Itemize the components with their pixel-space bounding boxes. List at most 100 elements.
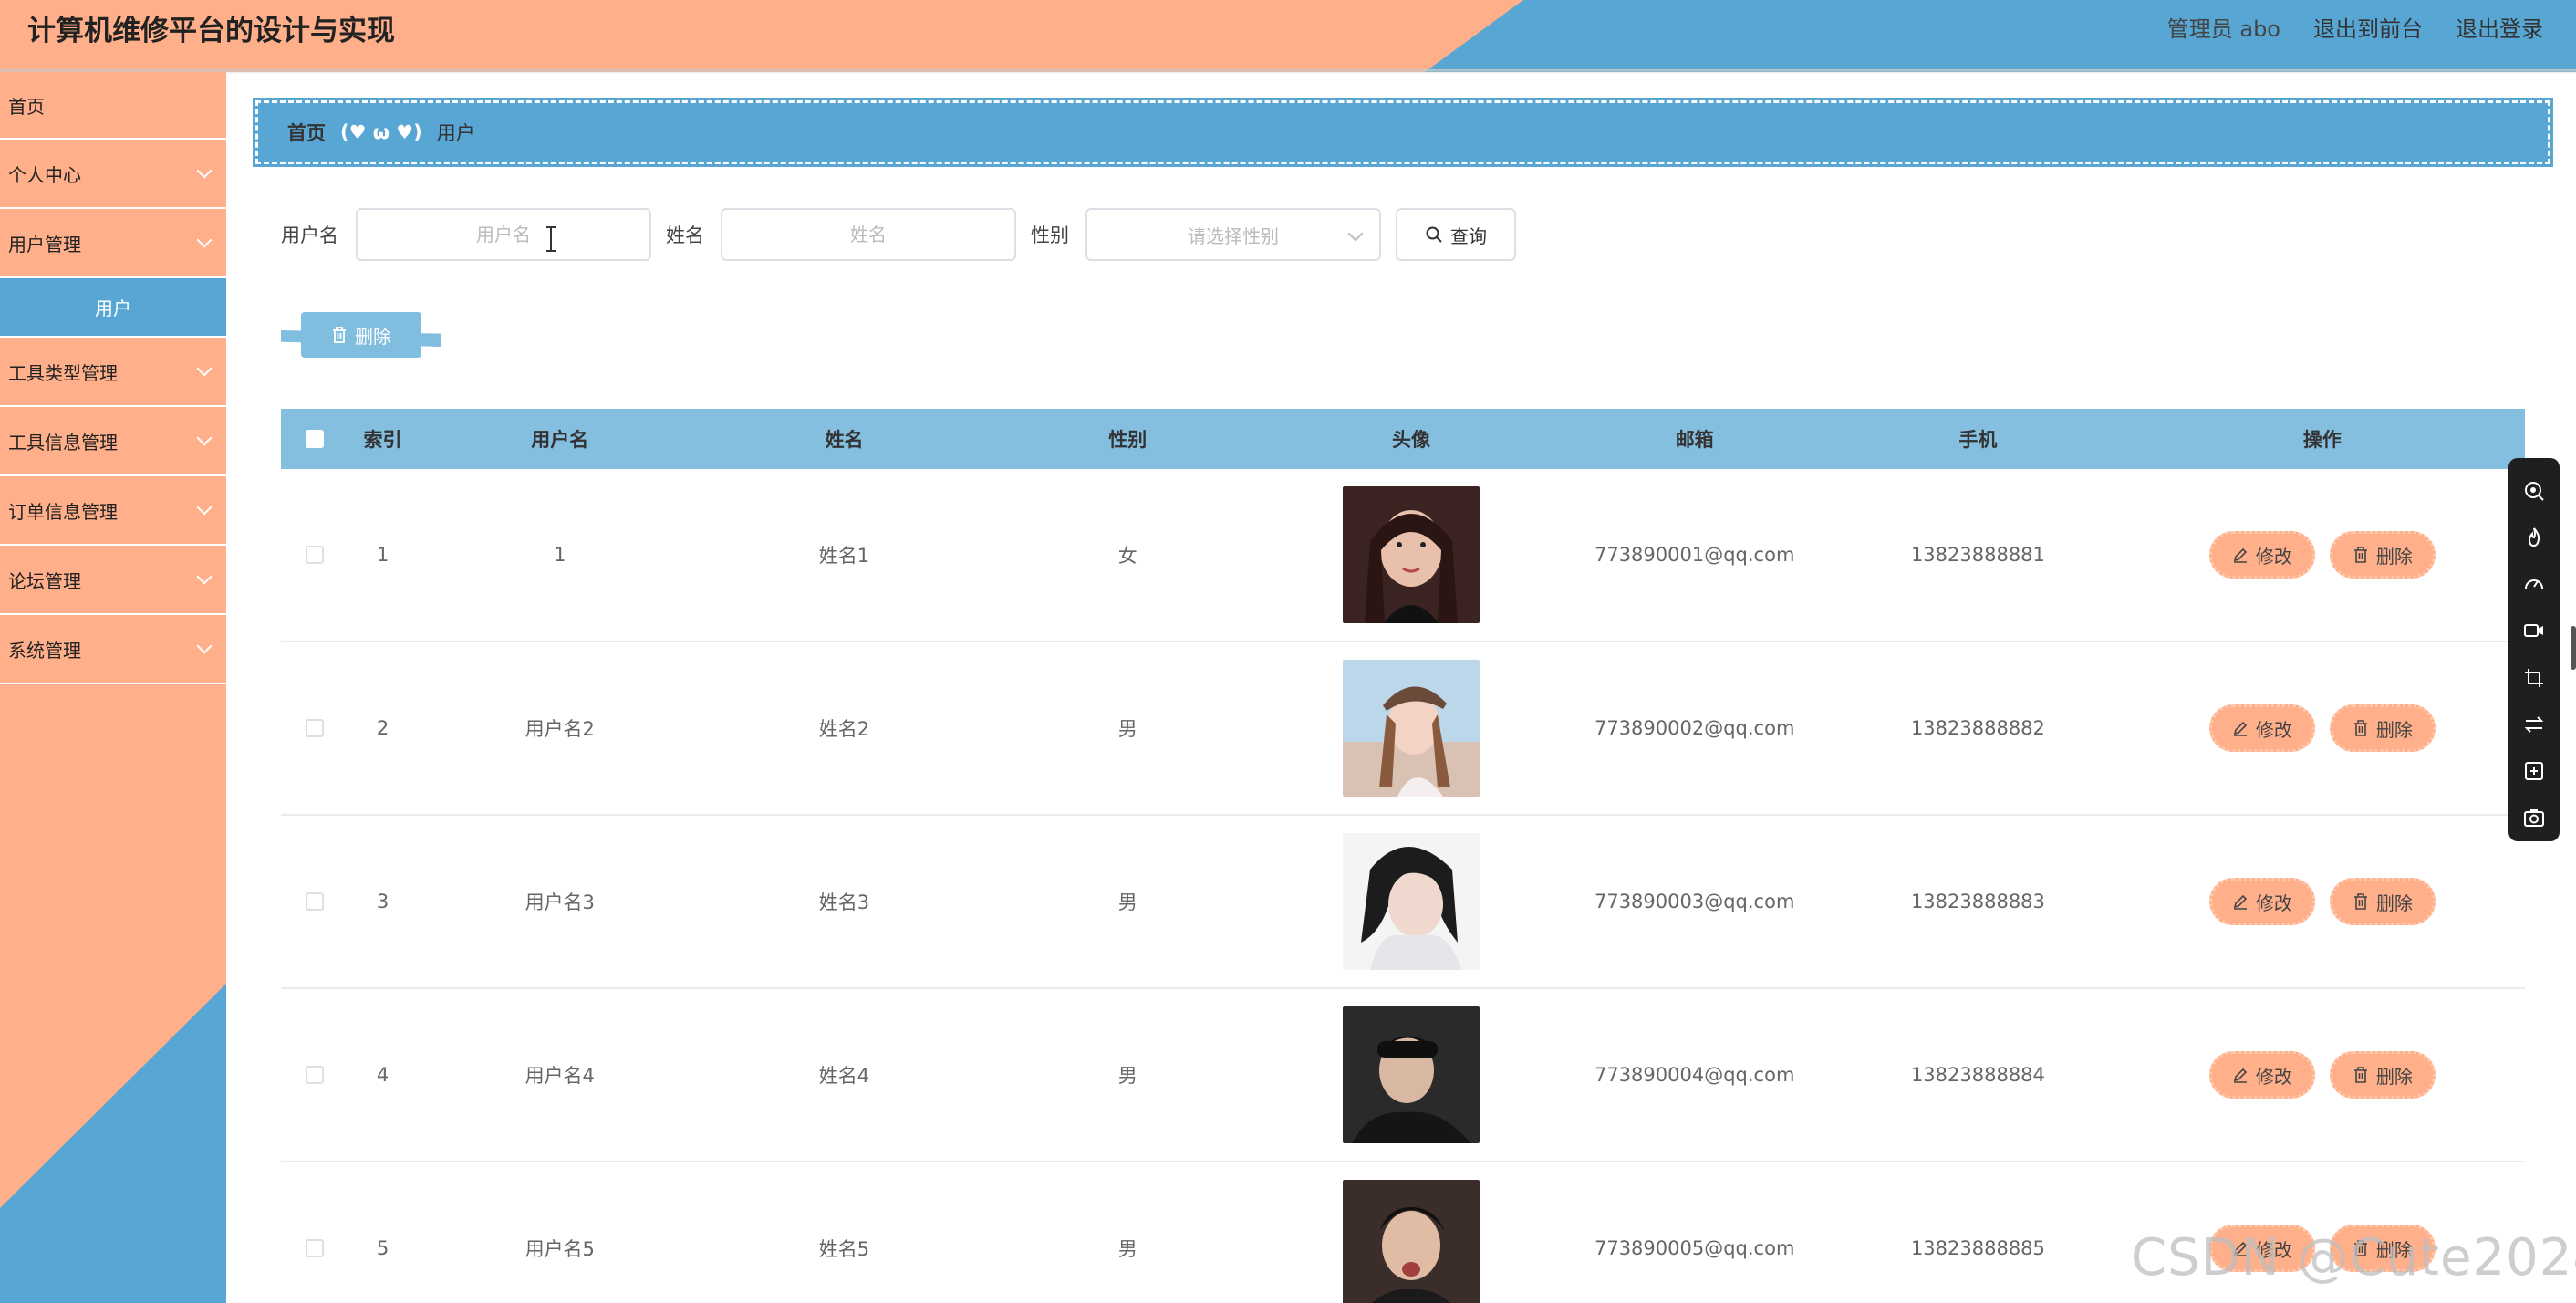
header-actions: 管理员 abo 退出到前台 退出登录: [2167, 13, 2543, 46]
cell-phone: 13823888884: [1910, 1064, 2045, 1086]
user-table: 索引 用户名 姓名 性别 头像 邮箱 手机 操作 1 1 姓名1 女 77389…: [281, 409, 2525, 1303]
cell-actions: 修改 删除: [2120, 531, 2525, 579]
cell-phone: 13823888882: [1910, 717, 2045, 739]
delete-button[interactable]: 删除: [2329, 1051, 2436, 1099]
toolbar-drag-handle[interactable]: [2571, 626, 2576, 670]
sidebar-item-tool-type-management[interactable]: 工具类型管理: [0, 338, 226, 407]
cell-gender: 女: [1117, 545, 1137, 567]
delete-button-label: 删除: [2375, 718, 2413, 741]
row-select-cell: [281, 1066, 348, 1084]
query-button[interactable]: 查询: [1396, 208, 1516, 261]
gender-select[interactable]: 请选择性别: [1085, 208, 1381, 261]
trash-icon: [2353, 893, 2367, 910]
sidebar-item-tool-info-management[interactable]: 工具信息管理: [0, 407, 226, 476]
chevron-down-icon: [196, 162, 213, 179]
cell-actions: 修改 删除: [2120, 878, 2525, 925]
edit-button[interactable]: 修改: [2208, 704, 2315, 752]
edit-button[interactable]: 修改: [2208, 1051, 2315, 1099]
sidebar-menu: 首页 个人中心 用户管理 用户 工具类型管理 工具信息管理 订单信息管理 论坛管…: [0, 72, 226, 684]
cell-email: 773890003@qq.com: [1594, 891, 1795, 912]
cell-avatar: [1270, 486, 1553, 623]
floating-toolbar: [2508, 458, 2560, 841]
cell-email: 773890001@qq.com: [1594, 544, 1795, 566]
breadcrumb-home[interactable]: 首页: [287, 119, 326, 146]
batch-delete-button[interactable]: 删除: [301, 312, 421, 358]
avatar-photo: [1342, 833, 1480, 970]
sidebar-item-label: 订单信息管理: [8, 500, 118, 523]
cell-name: 姓名1: [818, 545, 870, 567]
lens-search-icon[interactable]: [2508, 467, 2560, 514]
cell-email: 773890002@qq.com: [1594, 717, 1795, 739]
column-header-actions: 操作: [2302, 429, 2342, 451]
delete-button-label: 删除: [2375, 1065, 2413, 1088]
delete-button[interactable]: 删除: [2329, 531, 2436, 579]
flame-icon[interactable]: [2508, 514, 2560, 560]
cell-gender: 男: [1117, 1238, 1137, 1260]
sidebar-item-personal-center[interactable]: 个人中心: [0, 140, 226, 209]
crop-icon[interactable]: [2508, 654, 2560, 701]
sidebar-item-user-management[interactable]: 用户管理: [0, 209, 226, 278]
app-title: 计算机维修平台的设计与实现: [27, 15, 395, 47]
row-select-cell: [281, 719, 348, 737]
sidebar-item-forum-management[interactable]: 论坛管理: [0, 546, 226, 615]
cell-username: 用户名5: [525, 1238, 595, 1260]
edit-button[interactable]: 修改: [2208, 878, 2315, 925]
row-checkbox[interactable]: [305, 719, 324, 737]
gender-label: 性别: [1031, 224, 1069, 246]
table-row: 2 用户名2 姓名2 男 773890002@qq.com 1382388888…: [281, 642, 2525, 816]
edit-button-label: 修改: [2255, 891, 2292, 914]
back-to-frontend-link[interactable]: 退出到前台: [2313, 13, 2423, 46]
row-checkbox[interactable]: [305, 892, 324, 911]
sidebar-item-system-management[interactable]: 系统管理: [0, 615, 226, 684]
cell-avatar: [1270, 833, 1553, 970]
column-header-username: 用户名: [531, 429, 589, 451]
trash-icon: [2353, 1067, 2367, 1083]
table-row: 1 1 姓名1 女 773890001@qq.com 13823888881 修…: [281, 469, 2525, 642]
delete-button-label: 删除: [2375, 545, 2413, 568]
cell-phone: 13823888883: [1910, 891, 2045, 912]
edit-button[interactable]: 修改: [2208, 531, 2315, 579]
swap-arrows-icon[interactable]: [2508, 701, 2560, 747]
sidebar-subitem-users[interactable]: 用户: [0, 278, 226, 338]
sidebar-item-order-management[interactable]: 订单信息管理: [0, 476, 226, 546]
cell-avatar: [1270, 1180, 1553, 1303]
row-checkbox[interactable]: [305, 1239, 324, 1257]
cell-actions: 修改 删除: [2120, 1051, 2525, 1099]
search-icon: [1426, 226, 1442, 243]
cell-name: 姓名3: [818, 891, 870, 913]
cell-gender: 男: [1117, 1065, 1137, 1087]
sidebar-item-label: 工具类型管理: [8, 361, 118, 384]
logout-link[interactable]: 退出登录: [2456, 13, 2543, 46]
column-header-email: 邮箱: [1675, 429, 1714, 451]
table-header: 索引 用户名 姓名 性别 头像 邮箱 手机 操作: [281, 409, 2525, 469]
gauge-icon[interactable]: [2508, 561, 2560, 608]
row-checkbox[interactable]: [305, 546, 324, 564]
sidebar-item-label: 用户管理: [8, 233, 81, 255]
cell-phone: 13823888881: [1910, 544, 2045, 566]
delete-button[interactable]: 删除: [2329, 704, 2436, 752]
chevron-down-icon: [196, 360, 213, 377]
column-header-phone: 手机: [1958, 429, 1998, 451]
avatar-photo: [1342, 1006, 1480, 1143]
cell-name: 姓名4: [818, 1065, 870, 1087]
column-header-avatar: 头像: [1391, 429, 1430, 451]
gender-select-placeholder: 请选择性别: [1188, 224, 1279, 247]
chevron-down-icon: [196, 430, 213, 446]
row-checkbox[interactable]: [305, 1066, 324, 1084]
edit-icon: [2233, 894, 2248, 910]
cell-name: 姓名5: [818, 1238, 870, 1260]
cell-index: 2: [376, 717, 390, 739]
delete-button[interactable]: 删除: [2329, 878, 2436, 925]
breadcrumb-separator: (♥ ω ♥): [340, 121, 422, 143]
camera-icon[interactable]: [2508, 795, 2560, 841]
video-record-icon[interactable]: [2508, 608, 2560, 654]
name-input[interactable]: [721, 208, 1016, 261]
username-input[interactable]: [356, 208, 651, 261]
cell-username: 用户名3: [525, 891, 595, 913]
top-header: 计算机维修平台的设计与实现 管理员 abo 退出到前台 退出登录: [0, 0, 2576, 72]
sidebar-item-home[interactable]: 首页: [0, 72, 226, 140]
breadcrumb: 首页 (♥ ω ♥) 用户: [253, 98, 2553, 167]
select-all-checkbox[interactable]: [305, 430, 324, 448]
column-header-name: 姓名: [825, 429, 864, 451]
capture-region-icon[interactable]: [2508, 748, 2560, 795]
